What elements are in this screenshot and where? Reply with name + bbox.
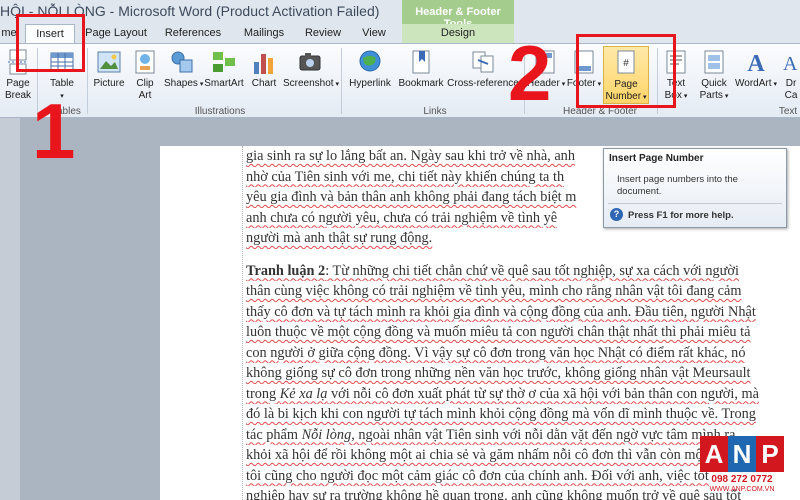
wordart-button[interactable]: A WordArt (734, 48, 778, 91)
globe-link-icon (357, 48, 383, 76)
screenshot-icon (297, 48, 323, 76)
wordart-icon: A (743, 48, 769, 77)
clip-art-icon (132, 48, 158, 76)
quick-parts-button[interactable]: Quick Parts (697, 48, 731, 103)
margin-guide (242, 146, 243, 500)
tab-view[interactable]: View (356, 24, 392, 43)
callout-box-page-number (576, 34, 676, 108)
cross-reference-icon (470, 48, 496, 76)
callout-number-1: 1 (32, 87, 76, 175)
picture-button[interactable]: Picture (91, 48, 127, 90)
callout-number-2: 2 (508, 29, 552, 117)
tooltip-help-text: Press F1 for more help. (628, 210, 734, 221)
bookmark-button[interactable]: Bookmark (396, 48, 446, 90)
screenshot-button[interactable]: Screenshot (283, 48, 337, 91)
bookmark-icon (408, 48, 434, 76)
tooltip-description: Insert page numbers into the document. (617, 174, 738, 197)
hyperlink-button[interactable]: Hyperlink (345, 48, 395, 90)
contextual-tab-header-footer-tools: Header & Footer Tools (402, 0, 514, 30)
group-separator (87, 48, 88, 114)
anp-logo: A N P 098 272 0772 WWW.ANP.COM.VN (692, 436, 792, 494)
quick-parts-icon (701, 48, 727, 76)
callout-box-insert-tab (16, 14, 85, 72)
shapes-icon (169, 48, 195, 76)
ribbon-tab-row: me Insert Page Layout References Mailing… (0, 24, 800, 44)
title-bar: HỘI - NỖI LÒNG - Microsoft Word (Product… (0, 0, 800, 30)
tab-mailings[interactable]: Mailings (238, 24, 290, 43)
page-number-tooltip: Insert Page Number Insert page numbers i… (603, 148, 787, 228)
picture-icon (96, 48, 122, 76)
ribbon: Page Break Table Tables Picture Clip Art… (0, 43, 800, 118)
debate-heading: Tranh luận 2 (246, 262, 326, 279)
tab-references[interactable]: References (162, 24, 224, 43)
svg-text:A: A (783, 53, 798, 75)
tab-page-layout[interactable]: Page Layout (85, 24, 147, 43)
clip-art-button[interactable]: Clip Art (131, 48, 159, 102)
svg-text:A: A (747, 51, 765, 76)
drop-cap-icon: A (781, 48, 800, 76)
chart-button[interactable]: Chart (249, 48, 279, 90)
group-label-links: Links (423, 106, 447, 117)
tooltip-title: Insert Page Number (609, 153, 704, 164)
group-label-illustrations: Illustrations (194, 106, 246, 117)
smartart-icon (211, 48, 237, 76)
help-icon: ? (610, 208, 623, 221)
tooltip-divider (608, 203, 782, 204)
smartart-button[interactable]: SmartArt (203, 48, 245, 90)
logo-url: WWW.ANP.COM.VN (709, 486, 775, 493)
group-separator (341, 48, 342, 114)
tab-design[interactable]: Design (402, 24, 514, 43)
logo-phone: 098 272 0772 (711, 474, 773, 485)
tab-review[interactable]: Review (302, 24, 344, 43)
chart-icon (251, 48, 277, 76)
drop-cap-button[interactable]: A Dr Ca (780, 48, 800, 102)
group-label-text: Text (778, 106, 798, 117)
vertical-ruler (0, 118, 20, 500)
shapes-button[interactable]: Shapes (164, 48, 200, 91)
